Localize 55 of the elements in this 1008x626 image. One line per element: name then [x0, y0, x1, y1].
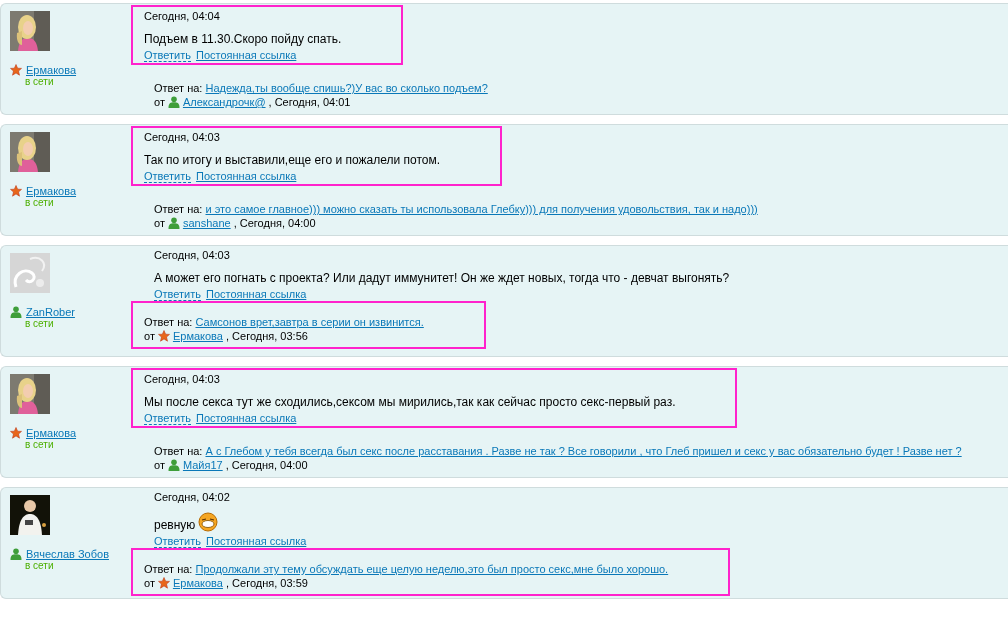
- reply-time: , Сегодня, 03:59: [225, 576, 308, 590]
- reply-link[interactable]: Ответить: [144, 170, 192, 183]
- reply-time: , Сегодня, 04:01: [268, 95, 351, 109]
- from-label: от: [154, 95, 165, 109]
- permalink-link[interactable]: Постоянная ссылка: [196, 412, 297, 425]
- permalink-link[interactable]: Постоянная ссылка: [206, 535, 307, 548]
- author-link[interactable]: ZanRober: [26, 306, 75, 318]
- permalink-link[interactable]: Постоянная ссылка: [206, 288, 307, 301]
- reply-label: Ответ на:: [154, 203, 203, 215]
- quoted-post-link[interactable]: Надежда,ты вообще спишь?)У вас во сколько подъем?: [205, 82, 488, 94]
- reply-label: Ответ на:: [144, 563, 193, 575]
- online-status: в сети: [25, 439, 54, 450]
- online-status: в сети: [25, 76, 54, 87]
- quoted-post-link[interactable]: Продолжали эту тему обсуждать еще целую неделю,это был просто секс,мне было хорошо.: [195, 563, 669, 575]
- message-text: Мы после секса тут же сходились,сексом мы мирились,так как сейчас просто секс-первый раз.: [144, 395, 676, 409]
- from-label: от: [144, 329, 155, 343]
- reply-link[interactable]: Ответить: [154, 535, 202, 548]
- from-label: от: [154, 458, 165, 472]
- username-link[interactable]: Ермакова: [172, 576, 223, 590]
- author-link[interactable]: Ермакова: [26, 427, 77, 439]
- quoted-post-link[interactable]: А с Глебом у тебя всегда был секс после расставания . Разве не так ? Все говорили , что Глеб пришел и секс у вас обязательно будет ! Разве нет ?: [205, 445, 962, 457]
- quoted-post-link[interactable]: Самсонов врет,завтра в серии он извинится.: [195, 316, 424, 328]
- from-label: от: [144, 576, 155, 590]
- online-status: в сети: [25, 318, 54, 329]
- reply-link[interactable]: Ответить: [154, 288, 202, 301]
- reply-time: , Сегодня, 03:56: [225, 329, 308, 343]
- post-date: Сегодня, 04:02: [154, 491, 230, 503]
- post-date: Сегодня, 04:04: [144, 10, 220, 22]
- author-link[interactable]: Ермакова: [26, 64, 77, 76]
- reply-time: , Сегодня, 04:00: [225, 458, 308, 472]
- author-link[interactable]: Вячеслав Зобов: [26, 548, 109, 560]
- reply-label: Ответ на:: [154, 82, 203, 94]
- message-text: ревную: [154, 518, 196, 532]
- message-text: Подъем в 11.30.Скоро пойду спать.: [144, 32, 342, 46]
- online-status: в сети: [25, 197, 54, 208]
- author-link[interactable]: Ермакова: [26, 185, 77, 197]
- post-date: Сегодня, 04:03: [144, 373, 220, 385]
- permalink-link[interactable]: Постоянная ссылка: [196, 49, 297, 62]
- message-text: Так по итогу и выставили,еще его и пожалели потом.: [144, 153, 441, 167]
- message-text: А может его погнать с проекта? Или дадут иммунитет! Он же ждет новых, тогда что - девчат выгонять?: [154, 271, 730, 285]
- from-label: от: [154, 216, 165, 230]
- reply-label: Ответ на:: [144, 316, 193, 328]
- reply-link[interactable]: Ответить: [144, 412, 192, 425]
- username-link[interactable]: Ермакова: [172, 329, 223, 343]
- quoted-post-link[interactable]: и это самое главное))) можно сказать ты использовала Глебку))) для получения удовольствия, так и надо))): [205, 203, 758, 215]
- post-date: Сегодня, 04:03: [154, 249, 230, 261]
- username-link[interactable]: sanshane: [182, 216, 231, 230]
- reply-link[interactable]: Ответить: [144, 49, 192, 62]
- username-link[interactable]: Майя17: [182, 458, 223, 472]
- reply-time: , Сегодня, 04:00: [233, 216, 316, 230]
- post-date: Сегодня, 04:03: [144, 131, 220, 143]
- reply-label: Ответ на:: [154, 445, 203, 457]
- username-link[interactable]: Александрочк@: [182, 95, 266, 109]
- permalink-link[interactable]: Постоянная ссылка: [196, 170, 297, 183]
- online-status: в сети: [25, 560, 54, 571]
